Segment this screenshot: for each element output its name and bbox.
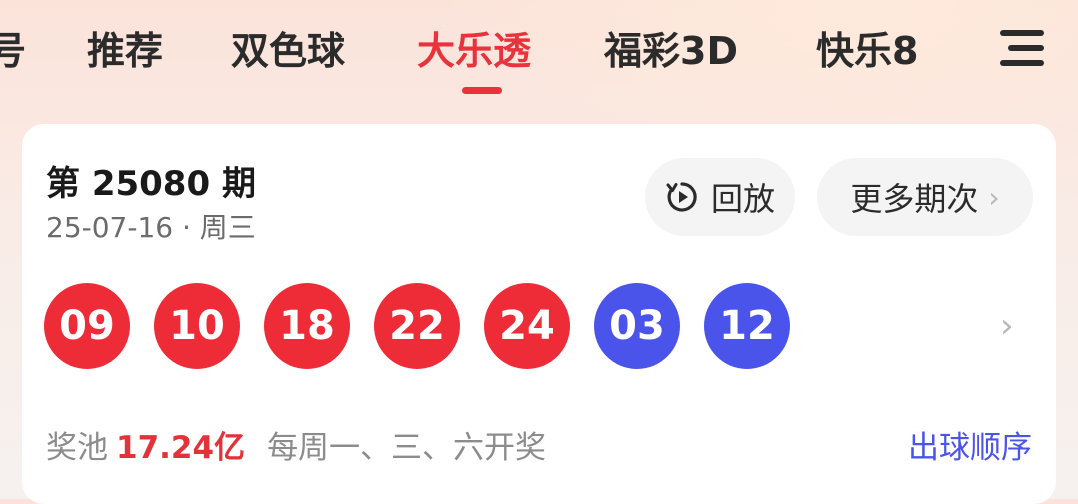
draw-schedule: 每周一、三、六开奖 [267, 430, 547, 466]
tab-shuangseqiu[interactable]: 双色球 [231, 26, 345, 76]
red-ball: 10 [154, 283, 240, 369]
blue-ball: 03 [594, 283, 680, 369]
more-issues-label: 更多期次 [850, 180, 979, 218]
tab-daletou[interactable]: 大乐透 [417, 26, 531, 76]
pool-label: 奖池 [46, 430, 108, 466]
red-ball: 18 [264, 283, 350, 369]
issue-number: 第 25080 期 [46, 164, 256, 204]
chevron-right-icon[interactable]: › [1000, 306, 1014, 346]
tab-recommend[interactable]: 推荐 [87, 26, 163, 76]
draw-result-card[interactable]: 第 25080 期 25-07-16 · 周三 回放 更多期次 › 09 10 … [22, 124, 1056, 504]
blue-ball: 12 [704, 283, 790, 369]
draw-date: 25-07-16 · 周三 [46, 211, 256, 244]
lottery-tab-bar: 号 推荐 双色球 大乐透 福彩3D 快乐8 [0, 0, 960, 110]
red-ball: 22 [374, 283, 460, 369]
red-ball: 24 [484, 283, 570, 369]
ball-order-link[interactable]: 出球顺序 [908, 422, 1032, 467]
tab-partial[interactable]: 号 [0, 26, 26, 76]
chevron-right-icon: › [988, 180, 1000, 214]
pool-amount: 17.24亿 [116, 430, 246, 466]
tab-kuaile8[interactable]: 快乐8 [816, 26, 918, 76]
winning-numbers: 09 10 18 22 24 03 12 [44, 283, 790, 369]
red-ball: 09 [44, 283, 130, 369]
replay-label: 回放 [710, 180, 775, 218]
active-tab-indicator [462, 87, 502, 94]
replay-icon [666, 182, 697, 212]
jackpot-info: 奖池 17.24亿 每周一、三、六开奖 [46, 422, 546, 467]
replay-button[interactable]: 回放 [645, 158, 795, 236]
more-issues-button[interactable]: 更多期次 › [817, 158, 1033, 236]
tab-fucai-3d[interactable]: 福彩3D [604, 26, 738, 76]
hamburger-menu-icon[interactable] [992, 22, 1052, 74]
